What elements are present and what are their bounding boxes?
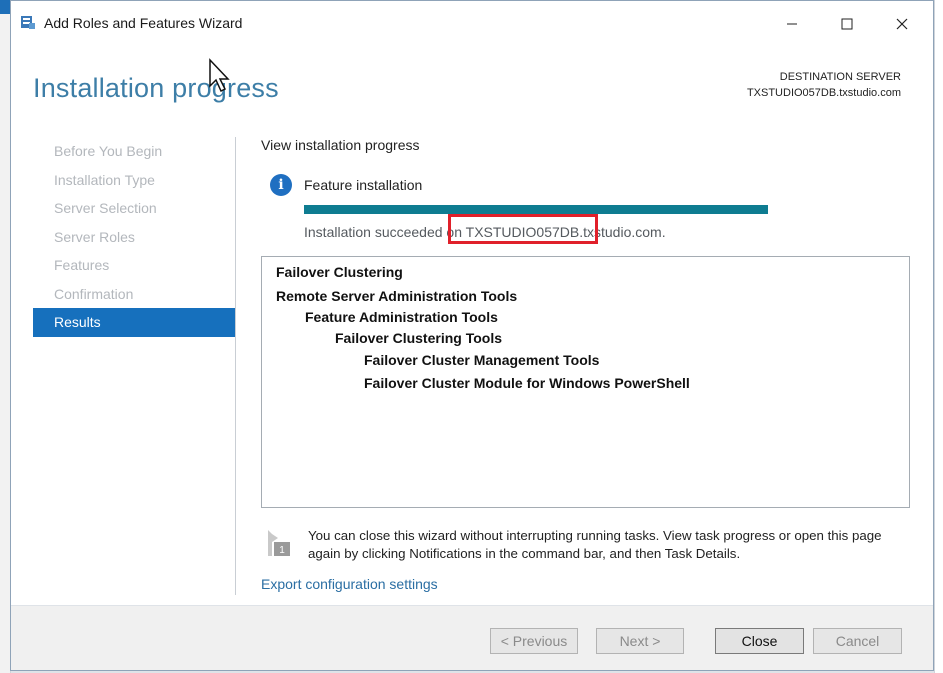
result-item: Remote Server Administration Tools [276, 288, 518, 304]
close-icon [896, 18, 908, 30]
title-bar[interactable]: Add Roles and Features Wizard [11, 1, 933, 45]
nav-item-features: Features [54, 257, 110, 273]
previous-button[interactable]: < Previous [490, 628, 578, 654]
result-item: Feature Administration Tools [305, 309, 498, 325]
wizard-window: Add Roles and Features Wizard Installati… [10, 0, 934, 671]
progress-fill [304, 205, 768, 214]
nav-item-results[interactable]: Results [33, 308, 235, 337]
destination-server-label: DESTINATION SERVER [779, 71, 901, 83]
window-title: Add Roles and Features Wizard [44, 15, 243, 31]
close-wizard-note: You can close this wizard without interr… [308, 528, 882, 561]
installation-progress-bar [304, 205, 768, 214]
export-configuration-link[interactable]: Export configuration settings [261, 576, 438, 592]
feature-installation-label: Feature installation [304, 177, 423, 193]
nav-item-confirmation: Confirmation [54, 285, 134, 302]
result-item: Failover Clustering Tools [335, 330, 502, 346]
nav-item-server-selection: Server Selection [54, 200, 157, 216]
result-item: Failover Cluster Module for Windows Powe… [364, 375, 690, 391]
server-manager-icon [21, 16, 35, 29]
destination-server-name: TXSTUDIO057DB.txstudio.com [746, 87, 901, 99]
close-button[interactable]: Close [715, 628, 804, 654]
nav-item-installation-type: Installation Type [54, 171, 155, 188]
info-icon: i [270, 174, 292, 196]
cancel-button[interactable]: Cancel [813, 628, 902, 654]
nav-divider [235, 137, 236, 595]
wizard-steps-nav: Before You Begin Installation Type Serve… [33, 137, 235, 337]
page-title: Installation progress [33, 73, 279, 103]
minimize-button[interactable] [769, 9, 815, 39]
background-app-right [934, 0, 943, 673]
mouse-pointer-icon [209, 58, 230, 93]
background-tab [0, 0, 10, 14]
installation-results-list[interactable]: Failover Clustering Remote Server Admini… [261, 256, 910, 508]
maximize-button[interactable] [824, 9, 870, 39]
result-item: Failover Cluster Management Tools [364, 352, 600, 368]
nav-item-server-roles: Server Roles [54, 228, 135, 245]
note-badge: 1 [279, 545, 285, 556]
nav-item-before-you-begin: Before You Begin [54, 143, 163, 159]
close-window-button[interactable] [879, 9, 925, 39]
flag-icon: 1 [268, 530, 290, 556]
maximize-icon [841, 18, 853, 30]
view-progress-label: View installation progress [261, 137, 420, 153]
result-item: Failover Clustering [276, 264, 403, 280]
next-button[interactable]: Next > [596, 628, 684, 654]
minimize-icon [787, 23, 797, 25]
highlight-annotation-box [448, 214, 598, 244]
